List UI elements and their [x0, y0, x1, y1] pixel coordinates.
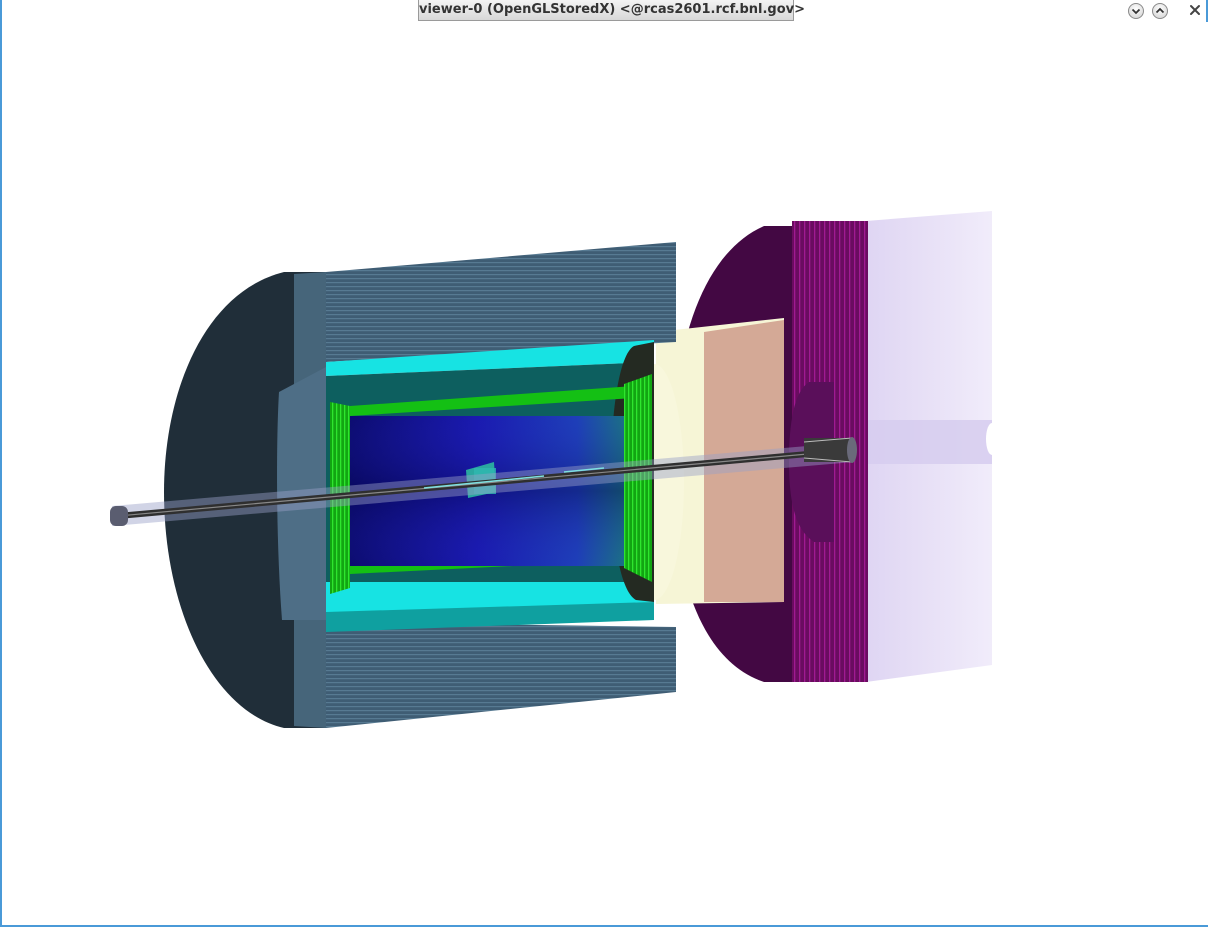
app-window: viewer-0 (OpenGLStoredX) <@rcas2601.rcf.… [0, 0, 1208, 927]
close-button[interactable] [1187, 2, 1203, 18]
minimize-button[interactable] [1128, 3, 1144, 19]
title-bar[interactable]: viewer-0 (OpenGLStoredX) <@rcas2601.rcf.… [2, 0, 1206, 22]
gl-viewport[interactable] [4, 22, 1208, 925]
chevron-down-icon [1131, 8, 1141, 15]
window-title[interactable]: viewer-0 (OpenGLStoredX) <@rcas2601.rcf.… [418, 0, 805, 21]
detector-geometry-render [110, 211, 998, 728]
close-icon [1190, 5, 1200, 15]
chevron-up-icon [1155, 7, 1165, 14]
maximize-button[interactable] [1152, 3, 1168, 19]
